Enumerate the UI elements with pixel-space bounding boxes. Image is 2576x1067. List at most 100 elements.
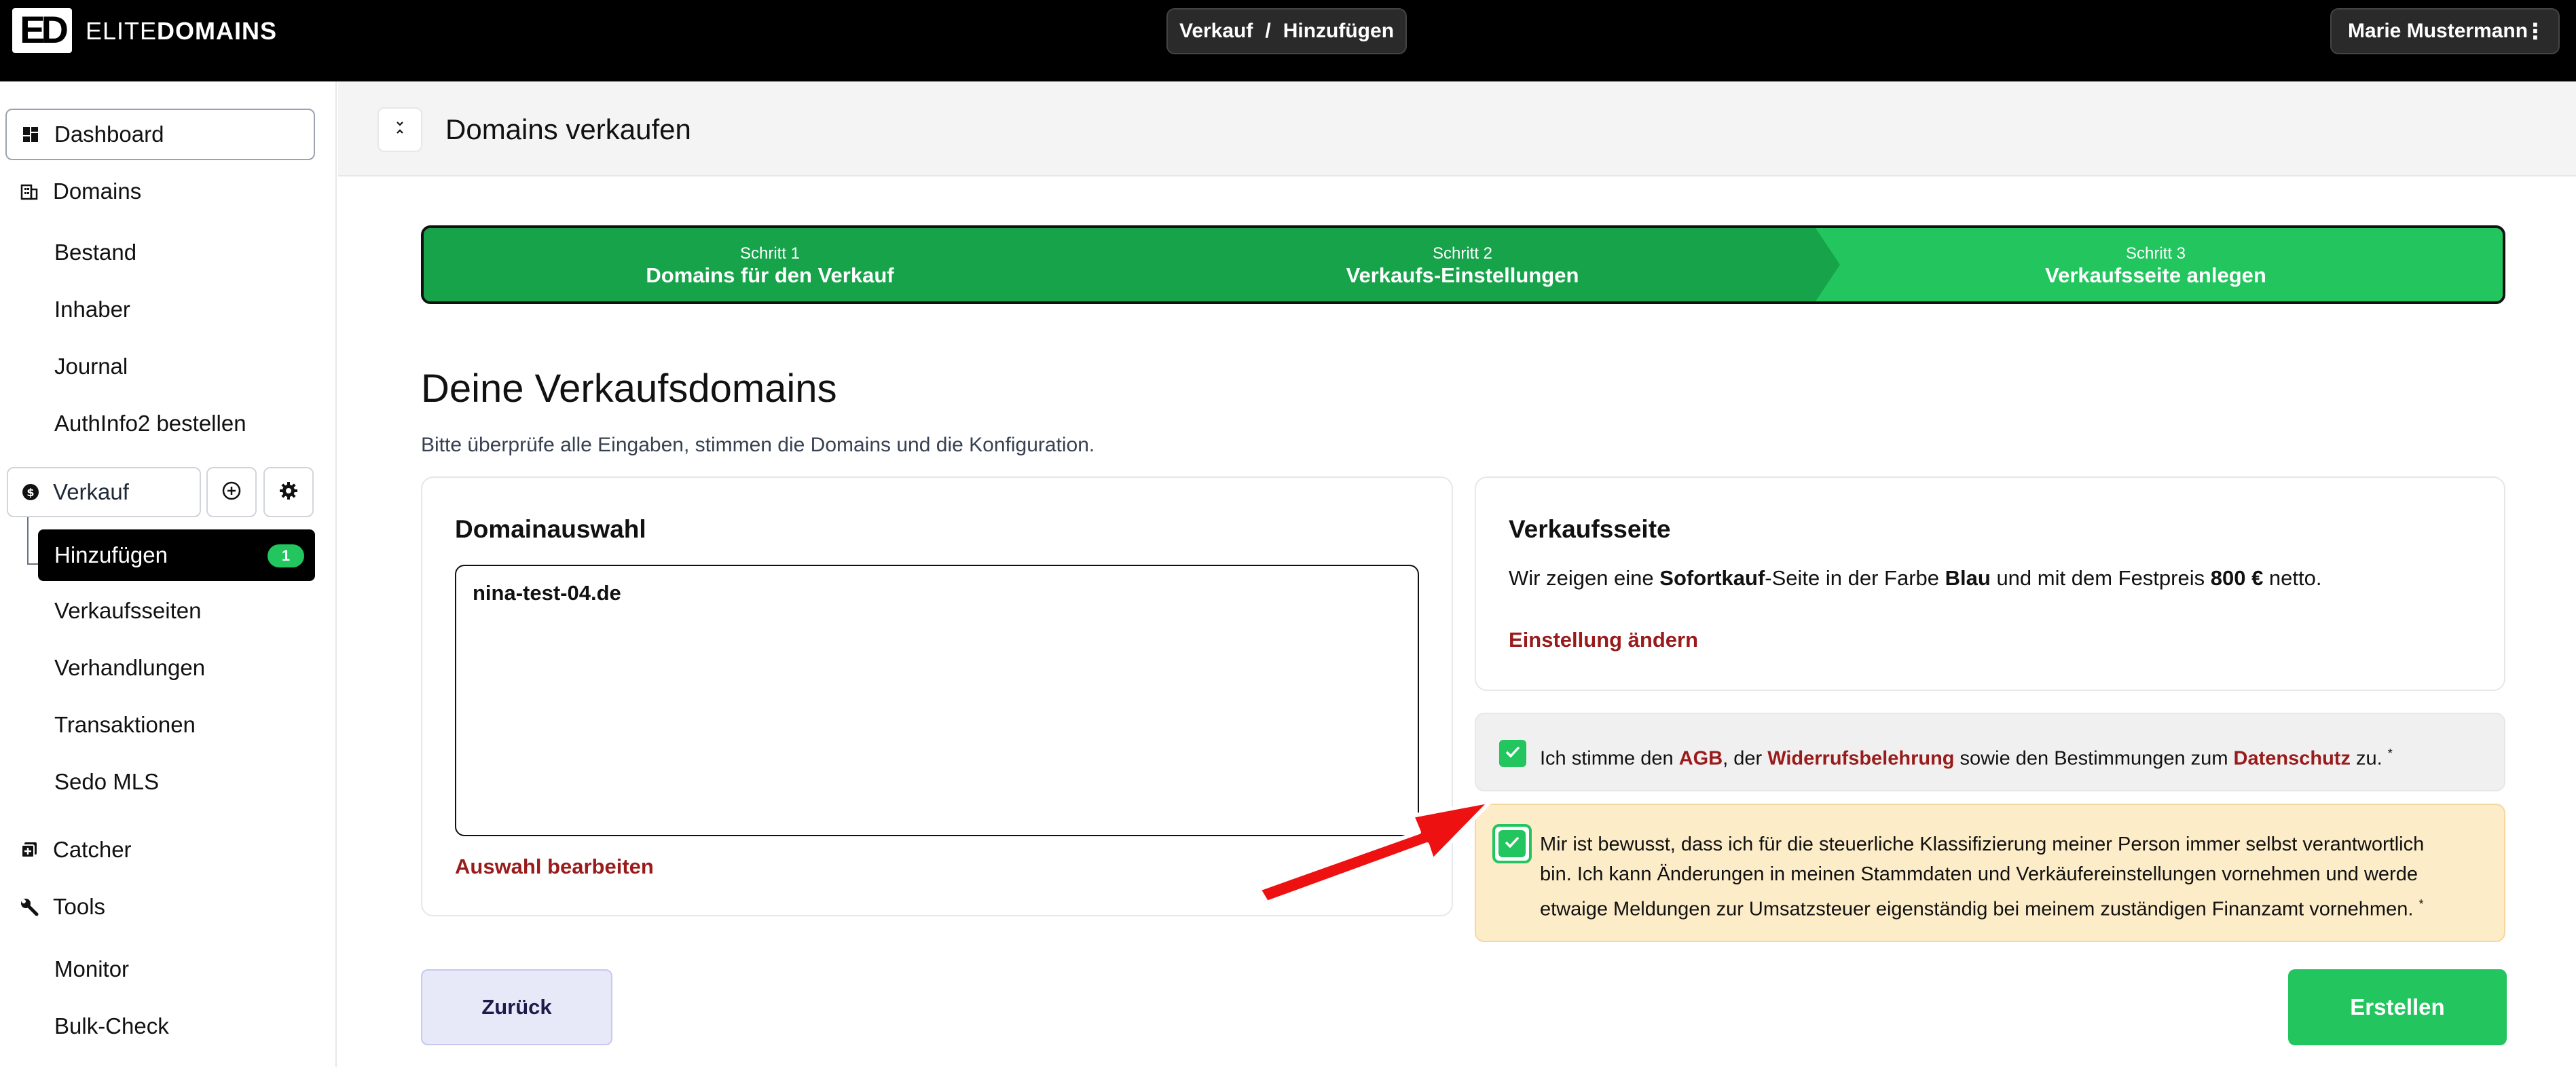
back-button[interactable]: Zurück [421, 969, 612, 1045]
sidebar-item-label: Monitor [54, 956, 130, 981]
sidebar-item-catcher[interactable]: Catcher [19, 829, 132, 870]
step-number: Schritt 1 [739, 244, 801, 263]
sidebar-item-label: AuthInfo2 bestellen [54, 411, 246, 436]
breadcrumb-item-hinzufuegen: Hinzufügen [1283, 20, 1395, 42]
sidebar-item-label: Catcher [53, 837, 132, 862]
logo-initials: ED [20, 8, 69, 51]
summary-text: Wir zeigen eine [1509, 566, 1660, 590]
sidebar-item-label: Verkauf [53, 479, 129, 504]
step-label: Verkaufs-Einstellungen [1346, 263, 1579, 287]
sidebar-item-label: Dashboard [54, 121, 164, 147]
sales-card-title: Verkaufsseite [1509, 515, 1671, 543]
sidebar-item-label: Transaktionen [54, 712, 196, 737]
plus-square-icon [19, 840, 39, 860]
sale-price: 800 € [2210, 566, 2264, 590]
tax-notice-line: etwaige Meldungen zur Umsatzsteuer eigen… [1540, 898, 2414, 920]
sale-type: Sofortkauf [1659, 566, 1765, 590]
logo-mark[interactable]: ED [12, 8, 72, 53]
checkmark-icon [1503, 743, 1522, 765]
plus-circle-icon [221, 481, 242, 504]
tax-notice-text: Mir ist bewusst, dass ich für die steuer… [1540, 829, 2424, 924]
agb-link[interactable]: AGB [1679, 748, 1723, 770]
sidebar-item-verhandlungen[interactable]: Verhandlungen [54, 648, 205, 688]
red-arrow-annotation [1257, 799, 1493, 905]
sidebar-item-verkaufsseiten[interactable]: Verkaufsseiten [54, 591, 201, 631]
step-label: Verkaufsseite anlegen [2045, 263, 2266, 287]
sidebar-item-bulk-check[interactable]: Bulk-Check [54, 1006, 169, 1047]
logo-text[interactable]: ELITEDOMAINS [86, 18, 277, 45]
domain-entry: nina-test-04.de [473, 581, 621, 605]
create-button[interactable]: Erstellen [2288, 969, 2507, 1045]
change-settings-link[interactable]: Einstellung ändern [1509, 627, 1698, 653]
breadcrumb-separator: / [1265, 20, 1271, 42]
step-1[interactable]: Schritt 1 Domains für den Verkauf [424, 244, 1116, 288]
terms-checkbox[interactable] [1499, 740, 1526, 767]
logo-name-bold: DOMAINS [157, 17, 278, 45]
sidebar-item-authinfo2[interactable]: AuthInfo2 bestellen [54, 403, 246, 444]
sidebar-item-label: Hinzufügen [54, 542, 168, 567]
sidebar: Dashboard Domains Bestand Inhaber Journa… [0, 81, 337, 1067]
sidebar-item-domains[interactable]: Domains [19, 171, 141, 212]
sidebar-item-label: Bulk-Check [54, 1013, 169, 1038]
breadcrumb-item-verkauf[interactable]: Verkauf [1179, 20, 1253, 43]
sidebar-item-tools[interactable]: Tools [19, 886, 105, 927]
step-number: Schritt 3 [2125, 244, 2186, 263]
terms-text: Ich stimme den AGB, der Widerrufsbelehru… [1540, 738, 2393, 774]
logo-name-light: ELITE [86, 17, 158, 45]
sidebar-item-hinzufuegen[interactable]: Hinzufügen 1 [38, 529, 315, 581]
sidebar-item-inhaber[interactable]: Inhaber [54, 289, 130, 330]
datenschutz-link[interactable]: Datenschutz [2234, 748, 2351, 770]
sidebar-item-sedo-mls[interactable]: Sedo MLS [54, 762, 159, 802]
sales-page-summary: Wir zeigen eine Sofortkauf-Seite in der … [1509, 565, 2322, 592]
collapse-sidebar-button[interactable] [378, 107, 422, 152]
svg-text:$: $ [26, 486, 34, 499]
user-name: Marie Mustermann [2348, 20, 2528, 42]
sidebar-item-journal[interactable]: Journal [54, 346, 128, 387]
sidebar-item-label: Inhaber [54, 297, 130, 322]
add-sale-button[interactable] [206, 467, 257, 517]
step-2[interactable]: Schritt 2 Verkaufs-Einstellungen [1116, 244, 1809, 288]
tax-notice-line: bin. Ich kann Änderungen in meinen Stamm… [1540, 863, 2418, 885]
terms-text-part: sowie den Bestimmungen zum [1954, 747, 2234, 770]
dashboard-icon [20, 124, 41, 145]
sidebar-item-label: Tools [53, 894, 106, 919]
sidebar-item-monitor[interactable]: Monitor [54, 949, 129, 990]
terms-text-part: zu. [2350, 747, 2382, 770]
progress-stepper: Schritt 1 Domains für den Verkauf Schrit… [421, 225, 2505, 304]
edit-selection-link[interactable]: Auswahl bearbeiten [455, 854, 654, 880]
summary-text: und mit dem Festpreis [1990, 566, 2211, 590]
sidebar-item-bestand[interactable]: Bestand [54, 232, 136, 273]
section-subheading: Bitte überprüfe alle Eingaben, stimmen d… [421, 434, 1095, 456]
vertical-dots-icon: ⋮ [2524, 19, 2546, 43]
breadcrumb: Verkauf / Hinzufügen [1166, 8, 1407, 54]
user-menu-button[interactable]: Marie Mustermann ⋮ [2330, 8, 2560, 54]
summary-text: netto. [2263, 566, 2322, 590]
page-title: Domains verkaufen [445, 113, 691, 145]
count-badge: 1 [268, 544, 304, 567]
wrench-icon [19, 897, 39, 917]
summary-text: -Seite in der Farbe [1765, 566, 1945, 590]
required-marker: * [2418, 897, 2424, 911]
terms-text-part: , der [1723, 747, 1768, 770]
step-number: Schritt 2 [1432, 244, 1493, 263]
sidebar-item-transaktionen[interactable]: Transaktionen [54, 705, 196, 745]
step-label: Domains für den Verkauf [646, 263, 894, 287]
sidebar-item-label: Bestand [54, 240, 137, 265]
domain-card-title: Domainauswahl [455, 515, 646, 543]
sidebar-item-label: Verhandlungen [54, 655, 206, 680]
step-3: Schritt 3 Verkaufsseite anlegen [1809, 244, 2503, 288]
sidebar-item-label: Domains [53, 179, 142, 204]
sidebar-item-dashboard[interactable]: Dashboard [5, 109, 315, 160]
required-marker: * [2387, 747, 2393, 760]
sale-settings-button[interactable] [263, 467, 314, 517]
dollar-circle-icon: $ [20, 482, 41, 502]
sale-color: Blau [1945, 566, 1991, 590]
widerruf-link[interactable]: Widerrufsbelehrung [1767, 748, 1954, 770]
terms-text-part: Ich stimme den [1540, 747, 1679, 770]
building-icon [19, 181, 39, 202]
sidebar-item-verkauf[interactable]: $ Verkauf [7, 467, 201, 517]
sidebar-item-label: Sedo MLS [54, 769, 160, 794]
section-heading: Deine Verkaufsdomains [421, 367, 837, 411]
tax-notice-line: Mir ist bewusst, dass ich für die steuer… [1540, 834, 2425, 855]
top-bar: ED ELITEDOMAINS Verkauf / Hinzufügen Mar… [0, 0, 2576, 81]
